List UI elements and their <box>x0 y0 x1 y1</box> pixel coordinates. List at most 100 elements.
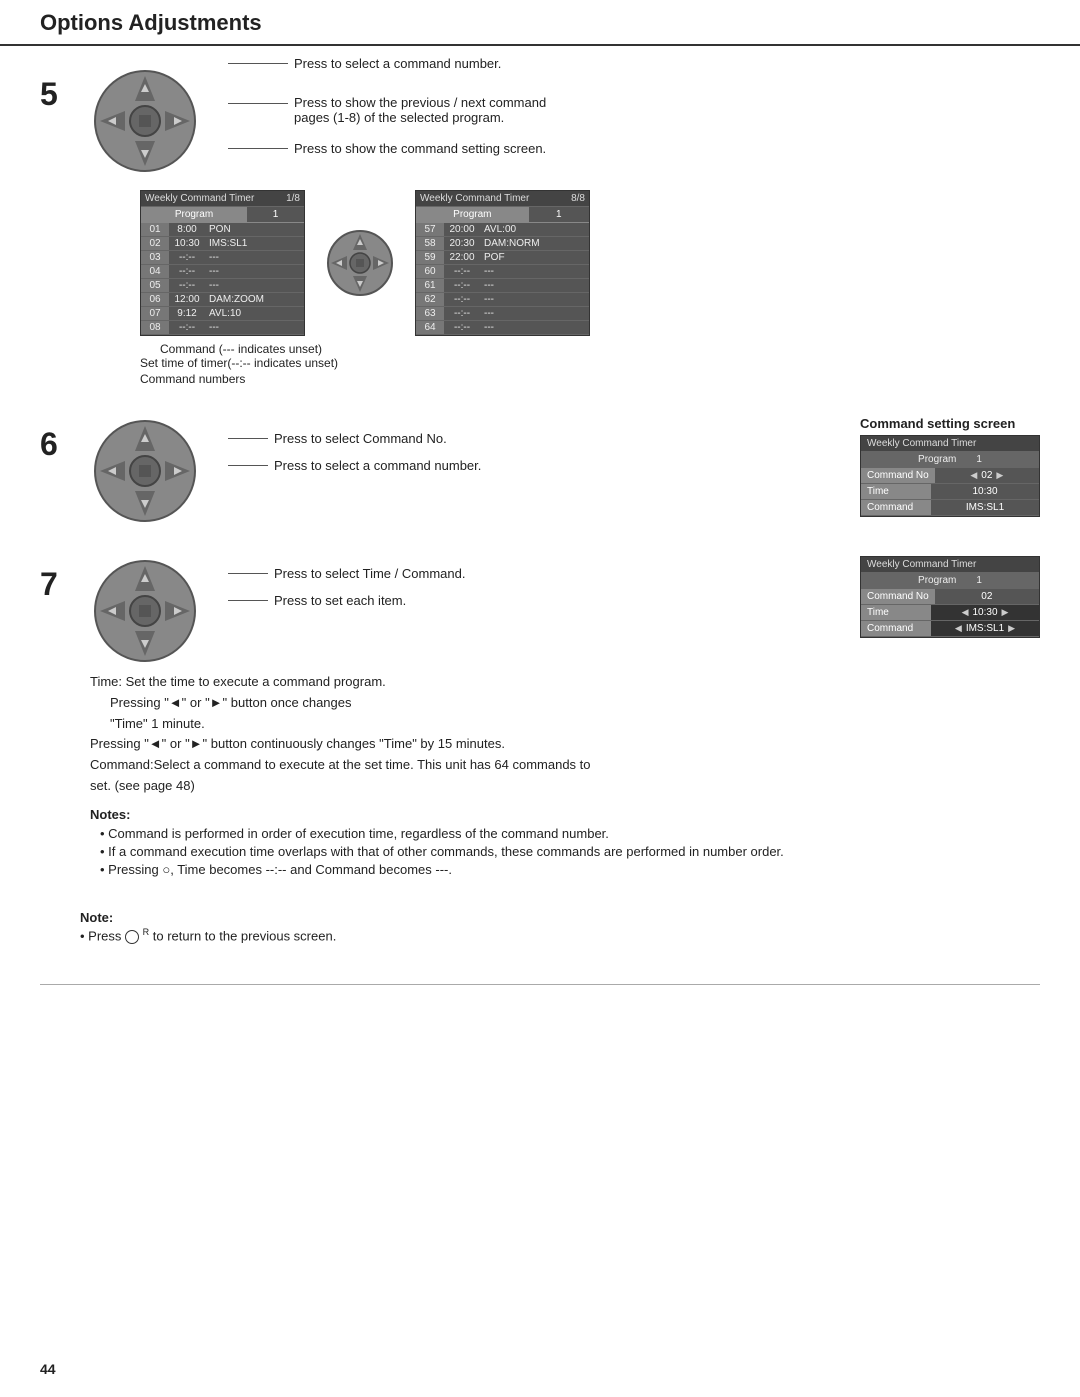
annotation-line-connector-2 <box>228 103 288 104</box>
annotation-line-1: Press to select a command number. <box>228 74 546 89</box>
wct-title-bar-1: Weekly Command Timer 1/8 <box>141 191 304 207</box>
superscript-r: R <box>143 927 150 937</box>
section6-left: Press to select Command No. Press to sel… <box>90 416 840 526</box>
wct-header-1: Program 1 <box>141 207 304 223</box>
wct-screen-1: Weekly Command Timer 1/8 Program 1 018:0… <box>140 190 305 336</box>
bottom-label-1: Command (--- indicates unset) <box>160 342 1040 356</box>
section7-main: Press to select Time / Command. Press to… <box>90 556 1040 880</box>
page-header: Options Adjustments <box>0 0 1080 46</box>
list-item: Command is performed in order of executi… <box>100 826 830 841</box>
section7-annotations: Press to select Time / Command. Press to… <box>228 556 465 608</box>
cmd-row-7-commandno: Command No 02 <box>861 589 1039 605</box>
ann-line <box>228 465 268 466</box>
table-row: 60--:----- <box>416 265 589 279</box>
list-item: Pressing ○, Time becomes --:-- and Comma… <box>100 862 830 877</box>
list-item: If a command execution time overlaps wit… <box>100 844 830 859</box>
table-row: 5820:30DAM:NORM <box>416 237 589 251</box>
section7-ann2: Press to set each item. <box>228 593 465 608</box>
section-7: 7 <box>40 556 1040 880</box>
section5-top: Press to select a command number. Press … <box>90 66 1040 176</box>
section-6: 6 <box>40 416 1040 526</box>
cmd-screen-6: Weekly Command Timer Program 1 Command N… <box>860 435 1040 517</box>
cmd-program-row-7: Program 1 <box>861 573 1039 589</box>
section-7-body: Press to select Time / Command. Press to… <box>90 556 1040 880</box>
section-6-body: Press to select Command No. Press to sel… <box>90 416 1040 526</box>
section-5-number: 5 <box>40 76 80 386</box>
section6-annotation-1: Press to select Command No. <box>228 431 481 446</box>
section7-ann1: Press to select Time / Command. <box>228 566 465 581</box>
section-6-number: 6 <box>40 426 80 526</box>
notes-title: Notes: <box>90 807 830 822</box>
section6-annotations: Press to select Command No. Press to sel… <box>228 416 481 473</box>
table-row: 0210:30IMS:SL1 <box>141 237 304 251</box>
controller-7 <box>90 556 200 666</box>
table-row: 63--:----- <box>416 307 589 321</box>
table-row: 079:12AVL:10 <box>141 307 304 321</box>
table-row: 64--:----- <box>416 321 589 335</box>
section6-top: Press to select Command No. Press to sel… <box>90 416 1040 526</box>
table-row: 08--:----- <box>141 321 304 335</box>
cmd-row-command: Command IMS:SL1 <box>861 500 1039 516</box>
table-row: 0612:00DAM:ZOOM <box>141 293 304 307</box>
table-row: 05--:----- <box>141 279 304 293</box>
note-title: Note: <box>80 910 1040 925</box>
wct-screen-2: Weekly Command Timer 8/8 Program 1 5720:… <box>415 190 590 336</box>
page-title: Options Adjustments <box>40 10 1040 36</box>
controller-5 <box>90 66 200 176</box>
notes-list: Command is performed in order of executi… <box>90 826 830 877</box>
table-row: 5922:00POF <box>416 251 589 265</box>
bottom-divider <box>40 984 1040 985</box>
section7-text-block: Time: Set the time to execute a command … <box>90 672 830 797</box>
section-7-number: 7 <box>40 566 80 880</box>
section7-screen-area: Weekly Command Timer Program 1 Command N… <box>860 556 1040 638</box>
section5-annotations: Press to select a command number. Press … <box>228 66 546 156</box>
section6-screen-area: Command setting screen Weekly Command Ti… <box>860 416 1040 517</box>
annotation-line-connector-1 <box>228 63 288 64</box>
annotation-text-1: Press to select a command number. <box>294 56 501 71</box>
notes-section: Notes: Command is performed in order of … <box>90 807 830 877</box>
wct-rows-2: 5720:00AVL:00 5820:30DAM:NORM 5922:00POF… <box>416 223 589 335</box>
program-num-1: 1 <box>247 207 304 222</box>
program-num-2: 1 <box>529 207 589 222</box>
annotation-text-3: Press to show the command setting screen… <box>294 141 546 156</box>
text3: "Time" 1 minute. <box>110 714 830 735</box>
cmd-row-7-time: Time ◀10:30▶ <box>861 605 1039 621</box>
bottom-label-3: Command numbers <box>140 372 1040 386</box>
section7-left: Press to select Time / Command. Press to… <box>90 556 830 880</box>
table-row: 5720:00AVL:00 <box>416 223 589 237</box>
page-footer: 44 <box>40 1361 56 1377</box>
table-row: 03--:----- <box>141 251 304 265</box>
cmd-row-commandno: Command No ◀02▶ <box>861 468 1039 484</box>
text1: Time: Set the time to execute a command … <box>90 672 830 693</box>
section-5-body: Press to select a command number. Press … <box>90 66 1040 386</box>
ann-line <box>228 438 268 439</box>
note-section: Note: • Press R to return to the previou… <box>80 910 1040 944</box>
wct-title-bar-2: Weekly Command Timer 8/8 <box>416 191 589 207</box>
annotation-text: Press to select Command No. <box>274 431 447 446</box>
small-dpad-between <box>325 228 395 298</box>
section7-top: Press to select Time / Command. Press to… <box>90 556 830 666</box>
note-return-text: to return to the previous screen. <box>153 928 337 943</box>
bottom-label-2: Set time of timer(--:-- indicates unset) <box>140 356 1040 370</box>
section-5: 5 <box>40 66 1040 386</box>
table-row: 018:00PON <box>141 223 304 237</box>
table-row: 62--:----- <box>416 293 589 307</box>
annotation-line-3: Press to show the command setting screen… <box>228 141 546 156</box>
table-row: 04--:----- <box>141 265 304 279</box>
cmd-setting-label: Command setting screen <box>860 416 1040 431</box>
text4: Pressing "◄" or "►" button continuously … <box>90 734 830 755</box>
wct-rows-1: 018:00PON 0210:30IMS:SL1 03--:----- 04--… <box>141 223 304 335</box>
page-number: 44 <box>40 1361 56 1377</box>
annotation-line-2: Press to show the previous / next comman… <box>228 95 546 125</box>
return-button-icon <box>125 930 139 944</box>
annotation-line-connector-3 <box>228 148 288 149</box>
text2: Pressing "◄" or "►" button once changes <box>110 693 830 714</box>
text5: Command:Select a command to execute at t… <box>90 755 830 776</box>
section6-annotation-2: Press to select a command number. <box>228 458 481 473</box>
cmd-title-bar-7: Weekly Command Timer <box>861 557 1039 573</box>
section5-screens-row: Weekly Command Timer 1/8 Program 1 018:0… <box>140 190 1040 336</box>
page-content: 5 <box>0 56 1080 964</box>
program-label-2: Program <box>416 207 529 222</box>
program-label-1: Program <box>141 207 247 222</box>
cmd-screen-7: Weekly Command Timer Program 1 Command N… <box>860 556 1040 638</box>
